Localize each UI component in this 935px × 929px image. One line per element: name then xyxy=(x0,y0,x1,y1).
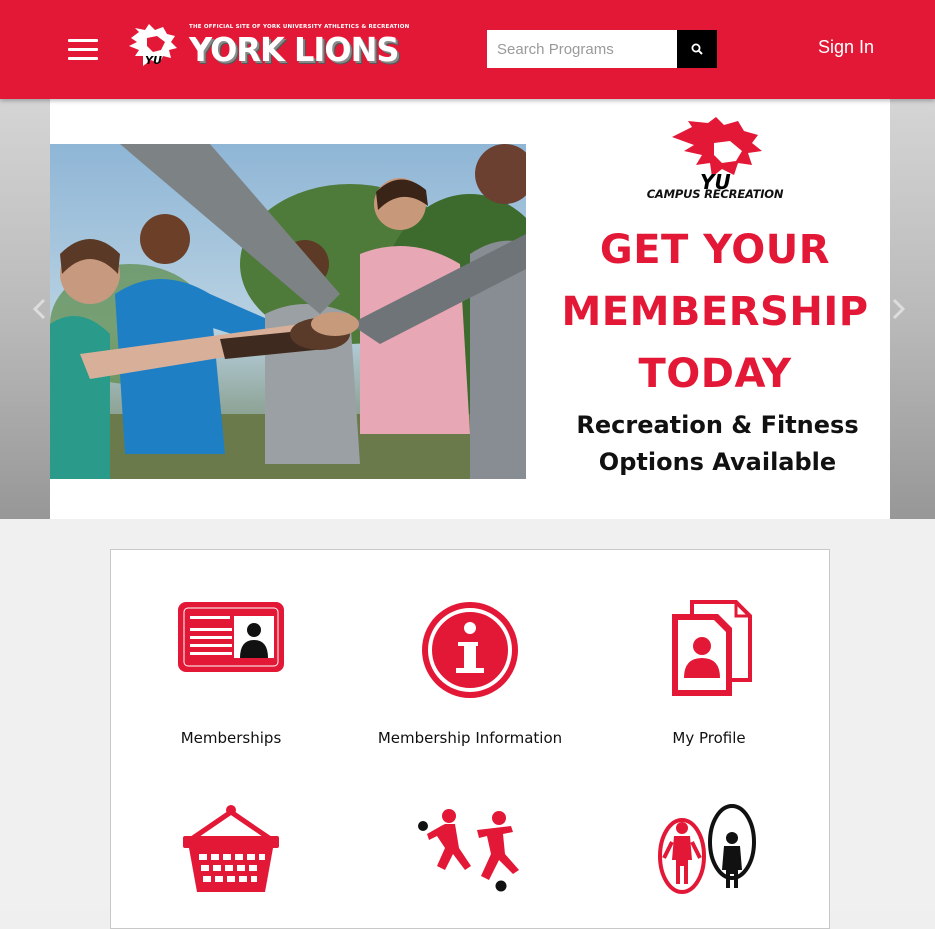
shopping-basket-icon xyxy=(183,805,279,892)
lion-head-icon: YU xyxy=(129,24,177,67)
tile-label-my-profile: My Profile xyxy=(672,729,746,747)
subline-line-2: Options Available xyxy=(598,448,837,476)
svg-text:YU: YU xyxy=(145,54,162,67)
profile-document-icon xyxy=(672,600,752,696)
search-icon xyxy=(691,43,703,55)
top-navigation-bar: YU THE OFFICIAL SITE OF YORK UNIVERSITY … xyxy=(0,0,935,99)
logo-wordmark: YORK LIONS xyxy=(189,30,399,69)
tile-label-membership-information: Membership Information xyxy=(377,729,563,747)
headline-line-2: MEMBERSHIP xyxy=(561,289,869,335)
york-lions-logo[interactable]: YU THE OFFICIAL SITE OF YORK UNIVERSITY … xyxy=(127,24,409,70)
menu-icon[interactable] xyxy=(68,39,98,61)
tile-memberships[interactable]: Memberships xyxy=(111,600,351,760)
id-card-icon xyxy=(178,602,284,672)
jump-rope-icon xyxy=(658,804,756,894)
search-button[interactable] xyxy=(677,30,717,68)
campus-recreation-label: CAMPUS RECREATION xyxy=(646,187,784,201)
membership-headline: GET YOUR MEMBERSHIP TODAY xyxy=(560,219,870,405)
tile-sports[interactable] xyxy=(350,808,590,898)
membership-subline: Recreation & Fitness Options Available xyxy=(560,407,875,481)
hero-carousel: YU CAMPUS RECREATION GET YOUR MEMBERSHIP… xyxy=(0,99,935,519)
search-input[interactable] xyxy=(487,30,677,68)
carousel-next-arrow-icon[interactable] xyxy=(890,297,908,321)
headline-line-3: TODAY xyxy=(638,351,792,397)
headline-line-1: GET YOUR xyxy=(599,227,831,273)
group-hands-photo xyxy=(50,144,526,479)
sign-in-link[interactable]: Sign In xyxy=(818,37,874,58)
info-icon xyxy=(422,602,518,698)
carousel-slide[interactable]: YU CAMPUS RECREATION GET YOUR MEMBERSHIP… xyxy=(50,99,890,519)
soccer-players-icon xyxy=(418,809,519,892)
subline-line-1: Recreation & Fitness xyxy=(576,411,859,439)
tile-my-profile[interactable]: My Profile xyxy=(589,600,829,760)
tile-fitness[interactable] xyxy=(589,804,829,904)
quick-links-panel: Memberships Membership Information My Pr… xyxy=(110,549,830,929)
tile-label-memberships: Memberships xyxy=(180,729,282,747)
carousel-prev-arrow-icon[interactable] xyxy=(30,297,48,321)
tile-shop[interactable] xyxy=(111,802,351,902)
tile-membership-information[interactable]: Membership Information xyxy=(350,600,590,760)
